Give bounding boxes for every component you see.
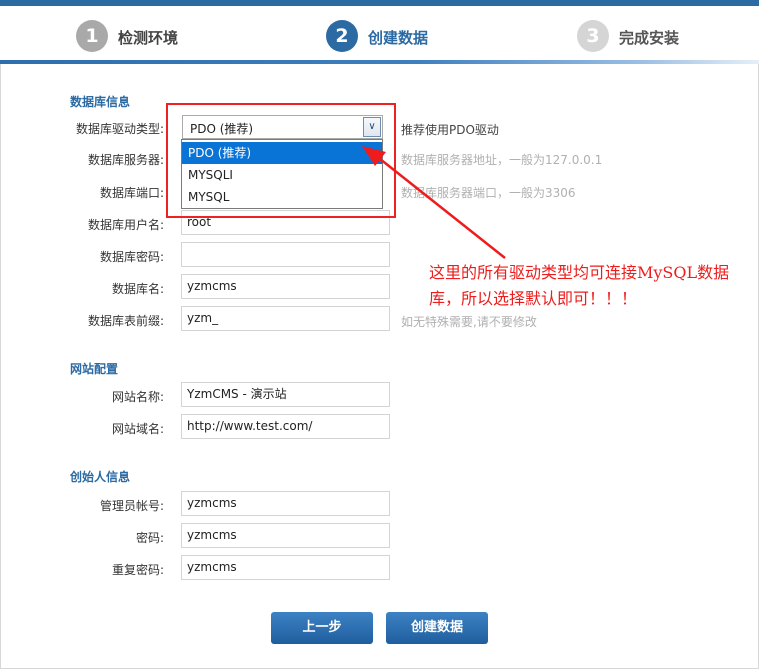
annotation-arrow-icon (362, 146, 506, 259)
annotation-note: 这里的所有驱动类型均可连接MySQL数据库，所以选择默认即可！！！ (429, 263, 730, 308)
